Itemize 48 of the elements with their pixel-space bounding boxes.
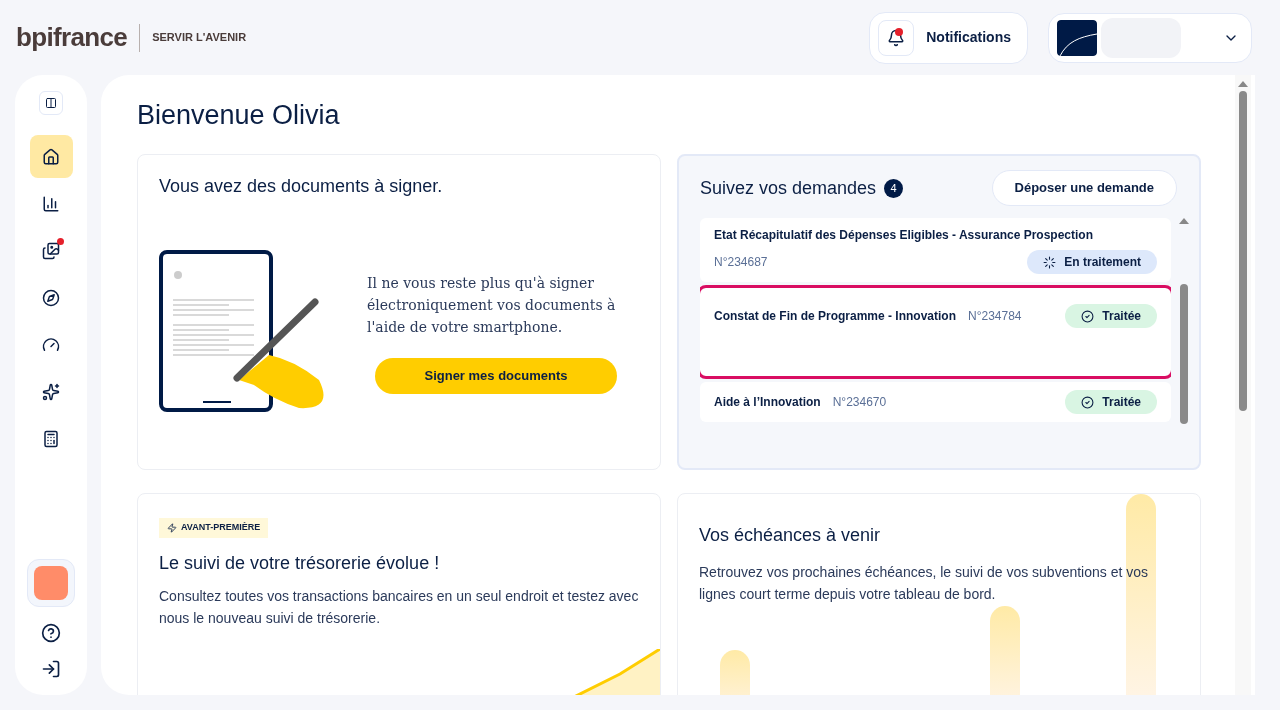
logo: bpifrance [16,21,128,54]
sparkles-icon [42,382,60,401]
request-row[interactable]: Aide à l’Innovation N°234670 Traitée [700,382,1171,422]
preview-tag: AVANT-PREMIÈRE [159,518,269,538]
spinner-icon [1043,255,1057,269]
submit-request-button[interactable]: Déposer une demande [991,170,1177,206]
request-number: N°234670 [832,394,887,411]
request-title: Constat de Fin de Programme - Innovation [714,308,957,325]
sign-documents-button[interactable]: Signer mes documents [375,357,617,394]
gauge-icon [42,335,60,354]
card-text: Consultez toutes vos transactions bancaires en un seul endroit et testez avec nous le nouveau suivi de trésorerie. [159,587,639,628]
scroll-up-arrow-icon[interactable] [1238,81,1248,87]
lightning-icon [167,523,177,533]
home-icon [42,147,60,166]
card-title: Suivez vos demandes [700,176,877,200]
images-icon [42,241,60,260]
check-circle-icon [1081,395,1095,409]
panel-icon [45,97,57,109]
tagline: SERVIR L'AVENIR [152,30,247,46]
request-title: Aide à l’Innovation [714,394,821,411]
company-logo-icon [1057,19,1097,56]
scroll-up-arrow-icon[interactable] [1179,218,1189,224]
greeting: Bienvenue Olivia [137,99,341,131]
check-circle-icon [1081,309,1095,323]
status-badge: Traitée [1065,304,1157,328]
compass-icon [42,288,60,307]
card-text: Retrouvez vos prochaines échéances, le suivi de vos subventions et vos lignes court terme depuis votre tableau de bord. [699,563,1150,604]
card-title: Vous avez des documents à signer. [159,175,444,198]
request-number: N°234687 [714,254,768,271]
request-title: Etat Récapitulatif des Dépenses Eligibles - Assurance Prospection [714,227,1094,244]
notifications-button[interactable]: Notifications [869,11,1028,64]
card-title: Vos échéances à venir [699,524,882,547]
sidebar-item[interactable] [29,135,73,178]
logout-icon[interactable] [41,659,61,679]
calculator-icon [42,429,60,448]
sidebar-toggle-button[interactable] [39,91,63,115]
card-title: Le suivi de votre trésorerie évolue ! [159,552,441,575]
bell-icon [887,28,906,47]
bar-chart-icon [42,194,60,213]
request-row[interactable]: Etat Récapitulatif des Dépenses Eligibles - Assurance Prospection N°234687 En traitement [700,218,1171,282]
status-badge: En traitement [1027,250,1157,274]
account-menu[interactable] [1048,12,1252,63]
help-icon[interactable] [41,623,61,643]
card-text: Il ne vous reste plus qu'à signer électroniquement vos documents à l'aide de votre smartphone. [367,273,617,337]
count-badge: 4 [884,178,904,198]
request-number: N°234784 [968,308,1022,325]
status-badge: Traitée [1065,390,1157,414]
request-row[interactable]: Constat de Fin de Programme - Innovation N°234784 Traitée [700,288,1171,376]
